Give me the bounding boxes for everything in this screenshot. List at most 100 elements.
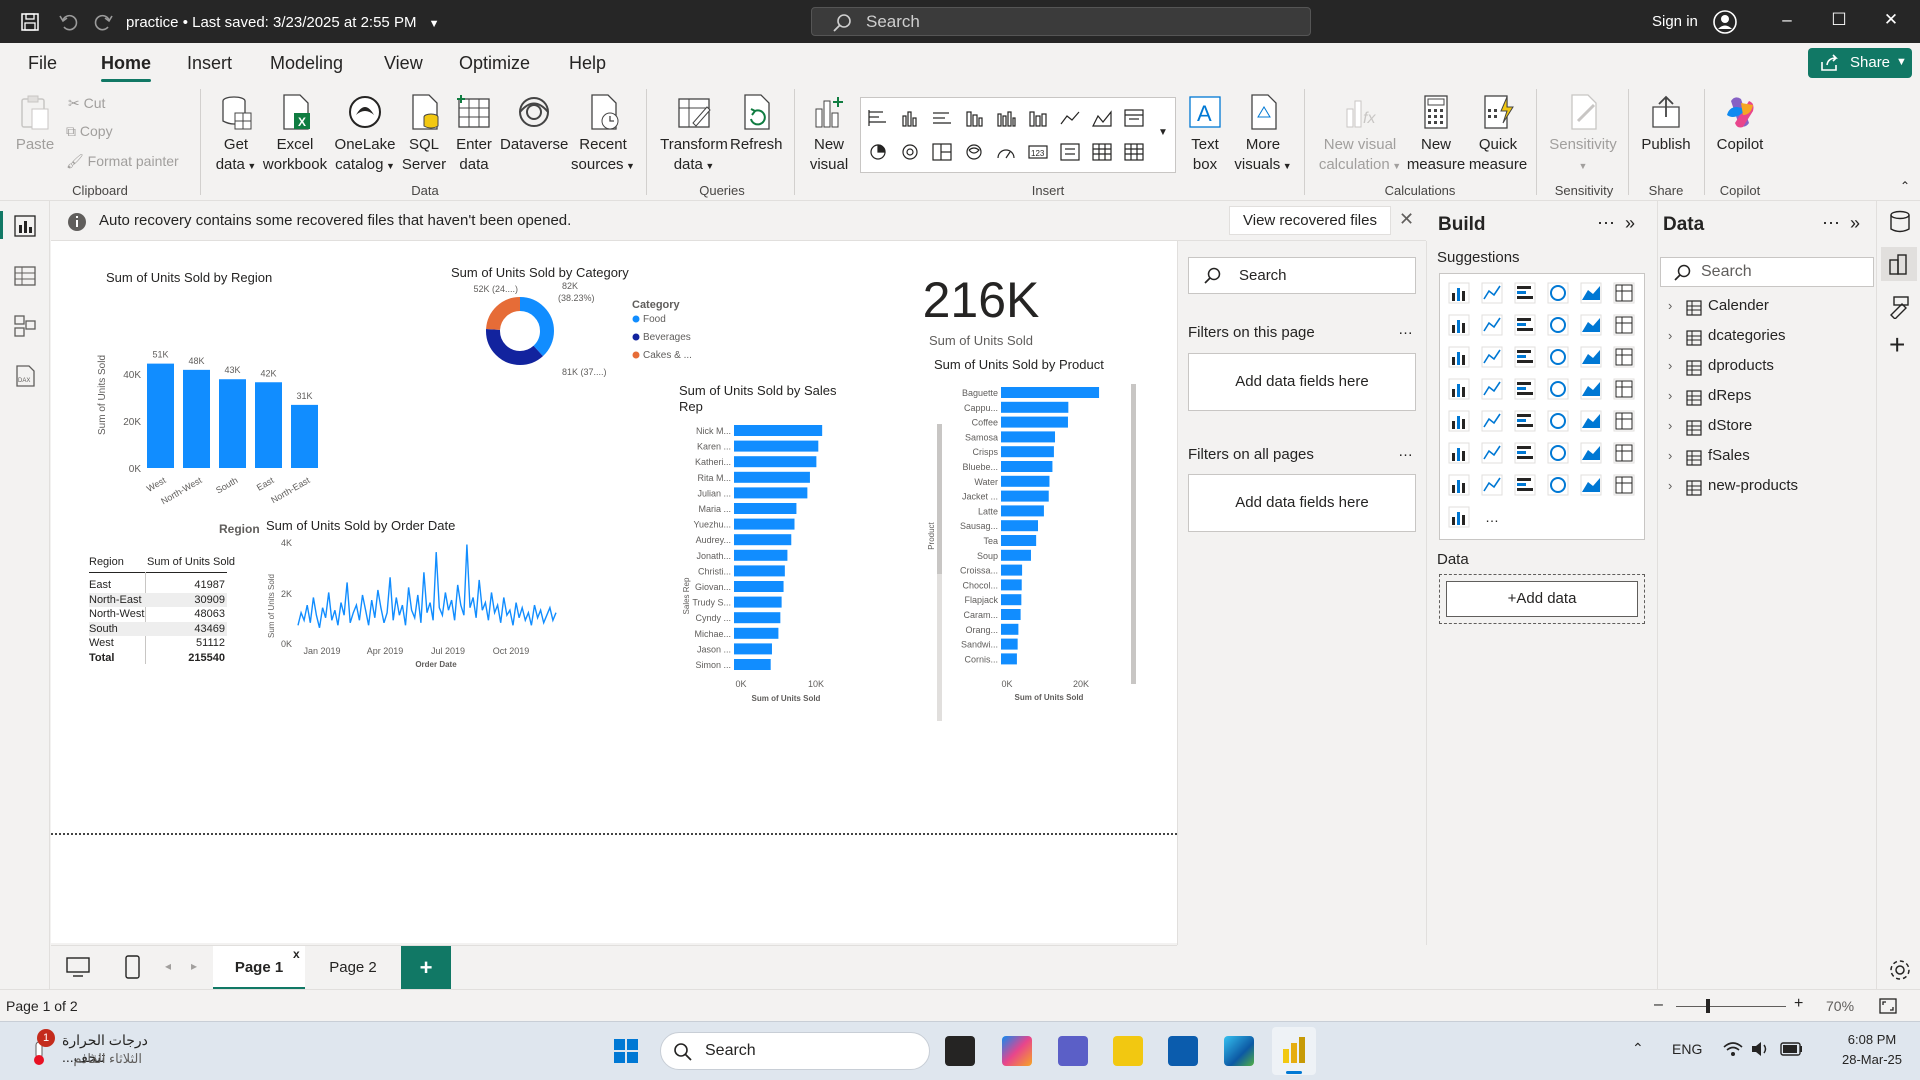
product-bar[interactable] — [1001, 638, 1018, 650]
build-pane-toggle[interactable] — [1881, 247, 1917, 281]
data-table-item[interactable]: › Calender — [1668, 297, 1868, 319]
language-indicator[interactable]: ENG — [1672, 1041, 1702, 1057]
visual-type-icon[interactable] — [1448, 410, 1470, 432]
visual-type-icon[interactable] — [1481, 282, 1503, 304]
onelake-catalog-button[interactable]: OneLake catalog ▼ — [332, 93, 398, 176]
legend-item[interactable]: Food — [643, 314, 666, 325]
visual-type-icon[interactable] — [1514, 410, 1536, 432]
tab-page-1[interactable]: Page 1 x — [213, 946, 305, 990]
product-bar[interactable] — [1001, 461, 1053, 472]
windows-start-icon[interactable] — [612, 1037, 640, 1065]
rep-bar[interactable] — [734, 581, 784, 592]
fit-to-page-icon[interactable] — [1878, 997, 1898, 1015]
product-bar[interactable] — [1001, 416, 1068, 428]
visual-type-icon[interactable] — [1613, 378, 1635, 400]
rep-bar[interactable] — [734, 643, 772, 655]
visual-type-icon[interactable] — [1481, 378, 1503, 400]
visual-type-icon[interactable] — [1613, 474, 1635, 496]
enter-data-button[interactable]: Enter data — [450, 93, 498, 175]
region-bar[interactable] — [291, 404, 318, 468]
scroll-right-icon[interactable]: ▸ — [191, 959, 197, 973]
more-options-icon[interactable]: ⋯ — [1822, 213, 1840, 234]
product-bar[interactable] — [1001, 653, 1017, 665]
add-page-button[interactable]: + — [401, 946, 451, 990]
settings-gear-icon[interactable] — [1887, 957, 1913, 983]
data-table-item[interactable]: › dcategories — [1668, 327, 1868, 349]
rep-bar[interactable] — [734, 565, 785, 577]
menu-modeling[interactable]: Modeling — [270, 53, 343, 74]
copy-button[interactable]: ⧉ Copy — [66, 123, 113, 140]
product-bar[interactable] — [1001, 431, 1056, 443]
visual-type-icon[interactable] — [1481, 410, 1503, 432]
more-options-icon[interactable]: ⋯ — [1597, 213, 1615, 234]
legend-item[interactable]: Cakes & ... — [643, 350, 692, 361]
visual-type-gallery[interactable]: … — [1439, 273, 1645, 540]
menu-home[interactable]: Home — [101, 53, 152, 82]
region-bar[interactable] — [219, 379, 246, 468]
recent-sources-button[interactable]: Recent sources ▼ — [568, 93, 638, 176]
visual-type-icon[interactable] — [1448, 346, 1470, 368]
visual-card[interactable]: 216K Sum of Units Sold — [881, 271, 1081, 361]
data-table-item[interactable]: › dproducts — [1668, 357, 1868, 379]
menu-insert[interactable]: Insert — [187, 53, 232, 74]
document-title[interactable]: practice • Last saved: 3/23/2025 at 2:55… — [126, 14, 440, 31]
copilot-button[interactable]: Copilot — [1712, 93, 1768, 155]
visual-type-icon[interactable] — [1547, 442, 1569, 464]
rep-bar[interactable] — [734, 534, 792, 546]
product-bar[interactable] — [1001, 446, 1054, 458]
data-search[interactable]: Search — [1660, 257, 1874, 287]
chevron-right-icon[interactable]: › — [1668, 478, 1672, 493]
close-tab-icon[interactable]: x — [293, 932, 300, 976]
transform-data-button[interactable]: Transform data ▼ — [660, 93, 728, 176]
report-view-icon[interactable] — [12, 213, 38, 239]
clock-time[interactable]: 6:08 PM — [1830, 1032, 1914, 1047]
visual-type-icon[interactable] — [1514, 282, 1536, 304]
view-recovered-files-button[interactable]: View recovered files — [1229, 206, 1391, 235]
visual-type-icon[interactable] — [1481, 474, 1503, 496]
menu-help[interactable]: Help — [569, 53, 606, 74]
visual-type-icon[interactable] — [1580, 346, 1602, 368]
volume-icon[interactable] — [1750, 1040, 1772, 1058]
legend-item[interactable]: Beverages — [643, 332, 691, 343]
visual-type-icon[interactable] — [1613, 282, 1635, 304]
visual-product-chart[interactable]: Sum of Units Sold by Product Product Bag… — [919, 351, 1189, 751]
visual-type-icon[interactable] — [1448, 314, 1470, 336]
visual-gallery[interactable]: 123 — [860, 97, 1176, 173]
table-row[interactable]: North-East 30909 — [89, 592, 227, 607]
rep-bar[interactable] — [734, 503, 797, 514]
visual-region-chart[interactable]: Sum of Units Sold by Region Sum of Units… — [91, 267, 391, 536]
chevron-right-icon[interactable]: › — [1668, 328, 1672, 343]
refresh-button[interactable]: Refresh — [730, 93, 783, 155]
table-row[interactable]: East 41987 — [89, 578, 227, 592]
visual-type-icon[interactable] — [1448, 378, 1470, 400]
visual-type-icon[interactable] — [1580, 314, 1602, 336]
visual-type-icon[interactable] — [1580, 410, 1602, 432]
drop-zone-all-pages[interactable]: Add data fields here — [1188, 474, 1416, 532]
region-bar[interactable] — [147, 363, 174, 468]
new-visual-calculation-button[interactable]: fx New visual calculation ▼ — [1314, 93, 1406, 176]
taskbar-search[interactable]: Search — [660, 1032, 930, 1070]
quick-measure-button[interactable]: Quick measure — [1468, 93, 1528, 175]
visual-type-icon[interactable] — [1580, 474, 1602, 496]
rep-bar[interactable] — [734, 612, 781, 624]
visual-type-icon[interactable] — [1580, 378, 1602, 400]
visual-type-icon[interactable] — [1547, 346, 1569, 368]
collapse-ribbon-icon[interactable]: ⌃ — [1900, 179, 1910, 193]
visual-type-icon[interactable] — [1547, 410, 1569, 432]
visual-type-icon[interactable] — [1547, 378, 1569, 400]
data-table-item[interactable]: › new-products — [1668, 477, 1868, 499]
product-bar[interactable] — [1001, 549, 1031, 561]
visual-type-icon[interactable] — [1547, 314, 1569, 336]
sensitivity-button[interactable]: Sensitivity ▼ — [1546, 93, 1620, 176]
data-table-item[interactable]: › dStore — [1668, 417, 1868, 439]
rep-bar[interactable] — [734, 549, 788, 561]
visual-type-icon[interactable] — [1481, 442, 1503, 464]
dax-query-view-icon[interactable]: DAX — [12, 363, 38, 389]
collapse-pane-icon[interactable]: » — [1625, 213, 1635, 234]
product-bar[interactable] — [1001, 490, 1049, 502]
store-icon[interactable] — [1168, 1036, 1198, 1066]
report-canvas[interactable]: Sum of Units Sold by Region Sum of Units… — [51, 241, 1177, 943]
visual-region-table[interactable]: Region Sum of Units Sold East 41987 North-… — [85, 556, 275, 676]
product-bar[interactable] — [1001, 520, 1038, 532]
product-bar[interactable] — [1001, 579, 1022, 591]
